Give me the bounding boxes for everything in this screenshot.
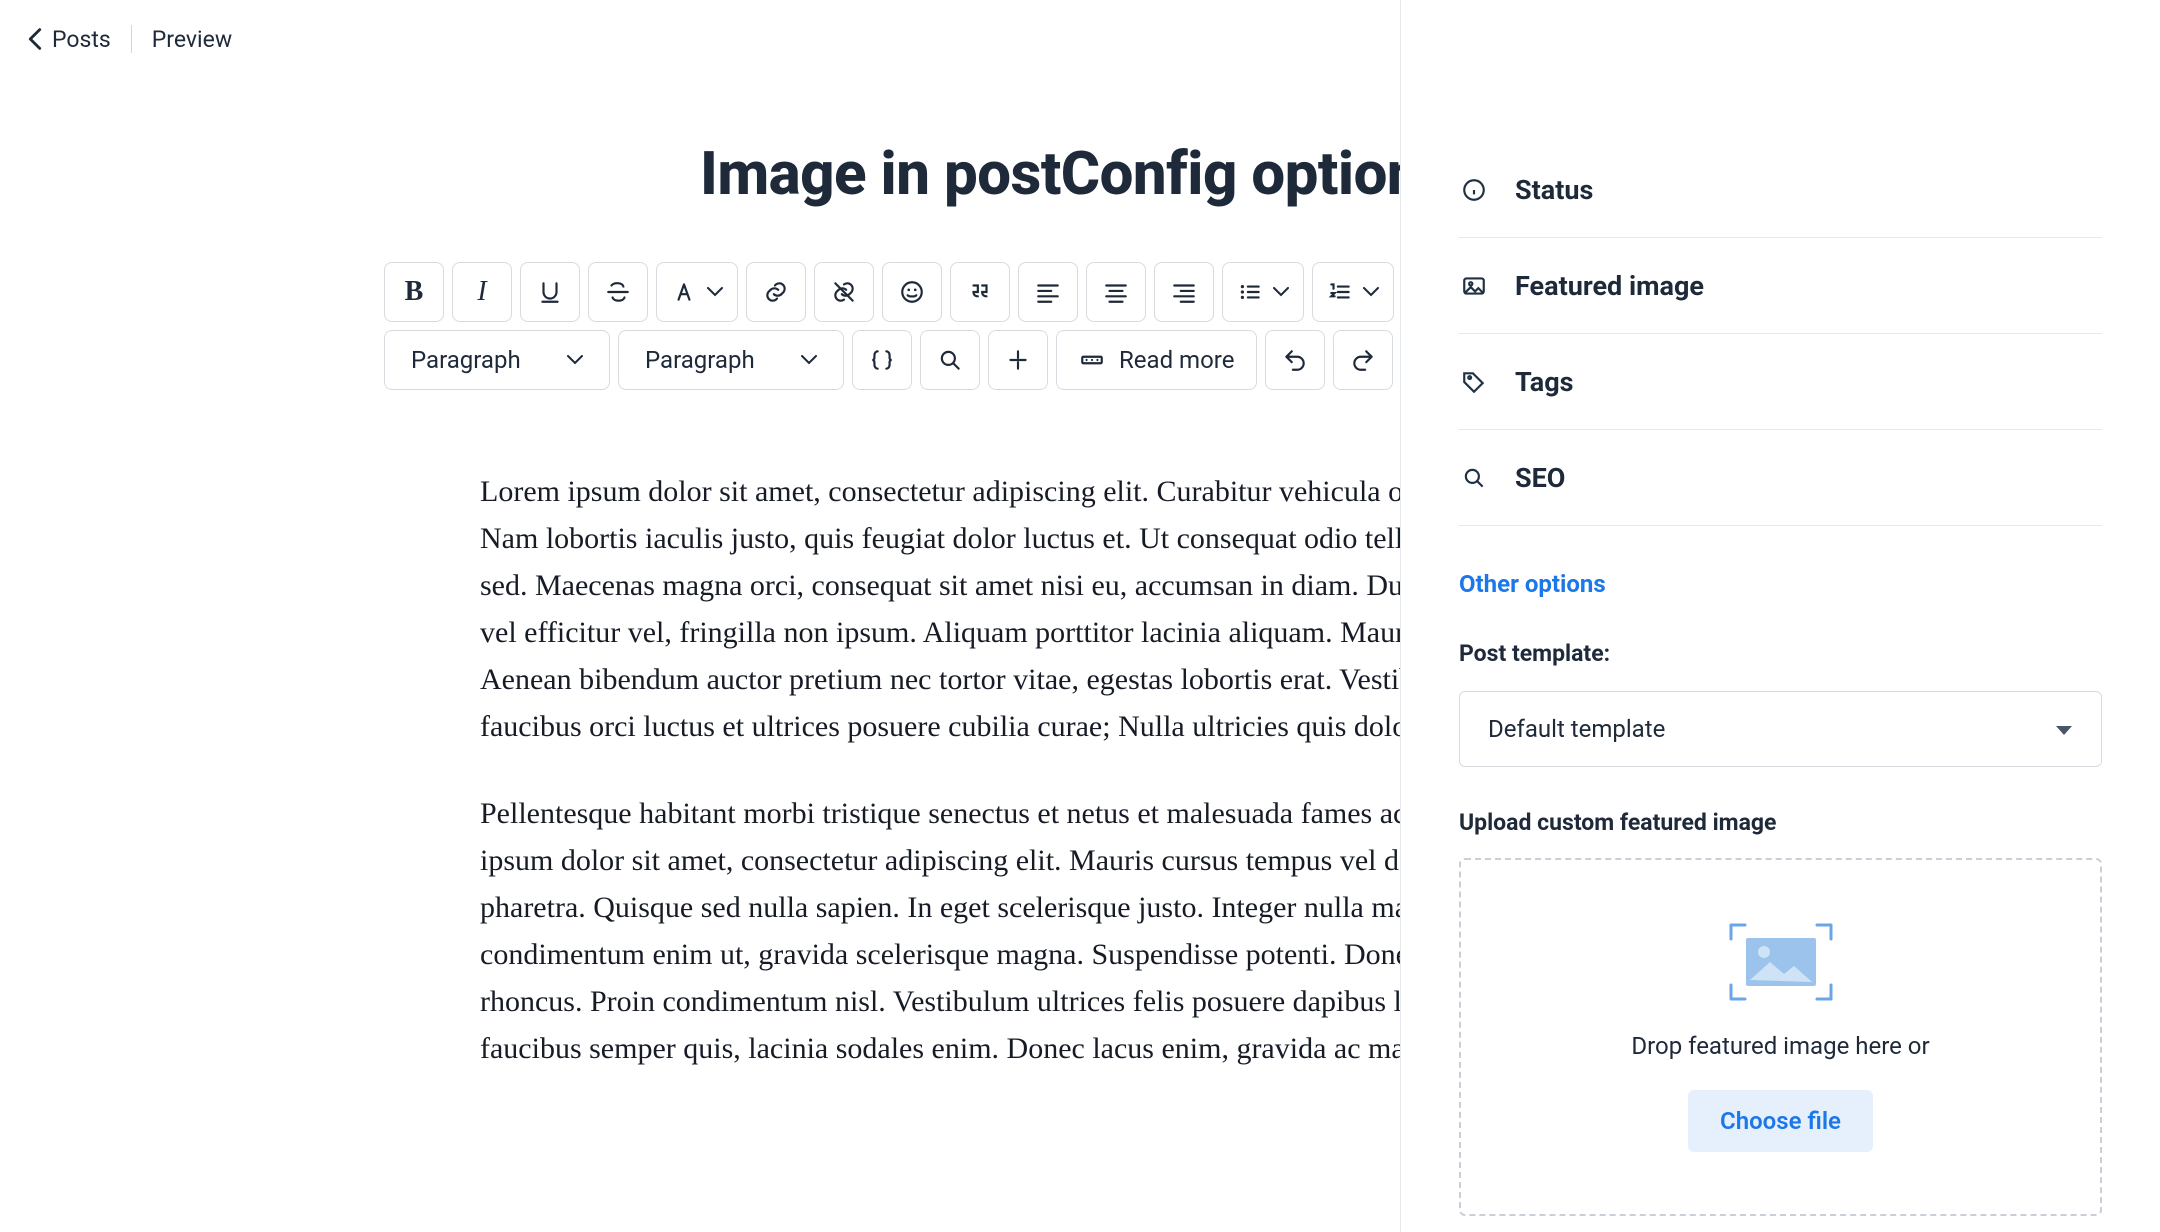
chevron-left-icon: [28, 28, 42, 50]
italic-button[interactable]: I: [452, 262, 512, 322]
search-icon: [937, 347, 963, 373]
sidebar-item-tags[interactable]: Tags: [1459, 334, 2102, 430]
tag-icon: [1459, 367, 1489, 397]
underline-button[interactable]: [520, 262, 580, 322]
style-select[interactable]: Paragraph: [618, 330, 844, 390]
topbar-left: Posts Preview: [28, 25, 232, 53]
search-button[interactable]: [920, 330, 980, 390]
back-label: Posts: [52, 26, 111, 53]
redo-button[interactable]: [1333, 330, 1393, 390]
chevron-down-icon: [1363, 287, 1379, 297]
text-color-icon: [671, 279, 697, 305]
blockquote-icon: [967, 279, 993, 305]
dropzone-hint: Drop featured image here or: [1631, 1032, 1929, 1060]
strikethrough-icon: [605, 279, 631, 305]
italic-icon: I: [477, 276, 486, 308]
template-field-label: Post template:: [1459, 640, 2102, 667]
align-left-icon: [1035, 279, 1061, 305]
template-select-value: Default template: [1488, 715, 1665, 743]
underline-icon: [537, 279, 563, 305]
readmore-label: Read more: [1119, 346, 1234, 374]
style-label: Paragraph: [645, 346, 755, 374]
chevron-down-icon: [707, 287, 723, 297]
toolbar-row-2: Paragraph Paragraph Read more: [384, 330, 1394, 390]
post-title[interactable]: Image in postConfig options: [700, 138, 1450, 209]
text-color-button[interactable]: [656, 262, 738, 322]
preview-link[interactable]: Preview: [152, 26, 232, 53]
sidebar-label: Status: [1515, 174, 1593, 206]
unlink-button[interactable]: [814, 262, 874, 322]
blockquote-button[interactable]: [950, 262, 1010, 322]
bullet-list-button[interactable]: [1222, 262, 1304, 322]
block-type-label: Paragraph: [411, 346, 521, 374]
number-list-icon: [1327, 279, 1353, 305]
sidebar-label: Featured image: [1515, 270, 1704, 302]
readmore-icon: [1079, 347, 1105, 373]
align-center-button[interactable]: [1086, 262, 1146, 322]
strikethrough-button[interactable]: [588, 262, 648, 322]
choose-file-button[interactable]: Choose file: [1688, 1090, 1873, 1152]
emoji-icon: [899, 279, 925, 305]
search-icon: [1459, 463, 1489, 493]
divider-button[interactable]: [988, 330, 1048, 390]
sidebar-item-featured-image[interactable]: Featured image: [1459, 238, 2102, 334]
link-button[interactable]: [746, 262, 806, 322]
editor-toolbar: B I: [384, 262, 1394, 390]
chevron-down-icon: [567, 355, 583, 365]
bold-button[interactable]: B: [384, 262, 444, 322]
align-center-icon: [1103, 279, 1129, 305]
header-divider: [131, 25, 132, 53]
upload-field-label: Upload custom featured image: [1459, 809, 2102, 836]
chevron-down-icon: [1273, 287, 1289, 297]
image-icon: [1459, 271, 1489, 301]
redo-icon: [1350, 347, 1376, 373]
align-right-icon: [1171, 279, 1197, 305]
readmore-button[interactable]: Read more: [1056, 330, 1257, 390]
back-to-posts[interactable]: Posts: [28, 26, 111, 53]
align-right-button[interactable]: [1154, 262, 1214, 322]
emoji-button[interactable]: [882, 262, 942, 322]
unlink-icon: [831, 279, 857, 305]
chevron-down-icon: [2055, 715, 2073, 743]
toolbar-row-1: B I: [384, 262, 1394, 322]
code-button[interactable]: [852, 330, 912, 390]
link-icon: [763, 279, 789, 305]
code-icon: [869, 347, 895, 373]
sidebar-label: SEO: [1515, 462, 1565, 494]
sidebar-label: Tags: [1515, 366, 1574, 398]
post-settings-sidebar: Status Featured image Tags SEO Other opt…: [1400, 0, 2160, 1232]
undo-button[interactable]: [1265, 330, 1325, 390]
sidebar-item-status[interactable]: Status: [1459, 142, 2102, 238]
template-select[interactable]: Default template: [1459, 691, 2102, 767]
sidebar-item-seo[interactable]: SEO: [1459, 430, 2102, 526]
image-placeholder-icon: [1728, 922, 1834, 1002]
block-type-select[interactable]: Paragraph: [384, 330, 610, 390]
bullet-list-icon: [1237, 279, 1263, 305]
chevron-down-icon: [801, 355, 817, 365]
divider-icon: [1005, 347, 1031, 373]
info-icon: [1459, 175, 1489, 205]
undo-icon: [1282, 347, 1308, 373]
other-options-link[interactable]: Other options: [1459, 526, 2102, 598]
featured-image-dropzone[interactable]: Drop featured image here or Choose file: [1459, 858, 2102, 1216]
bold-icon: B: [405, 276, 424, 308]
align-left-button[interactable]: [1018, 262, 1078, 322]
number-list-button[interactable]: [1312, 262, 1394, 322]
